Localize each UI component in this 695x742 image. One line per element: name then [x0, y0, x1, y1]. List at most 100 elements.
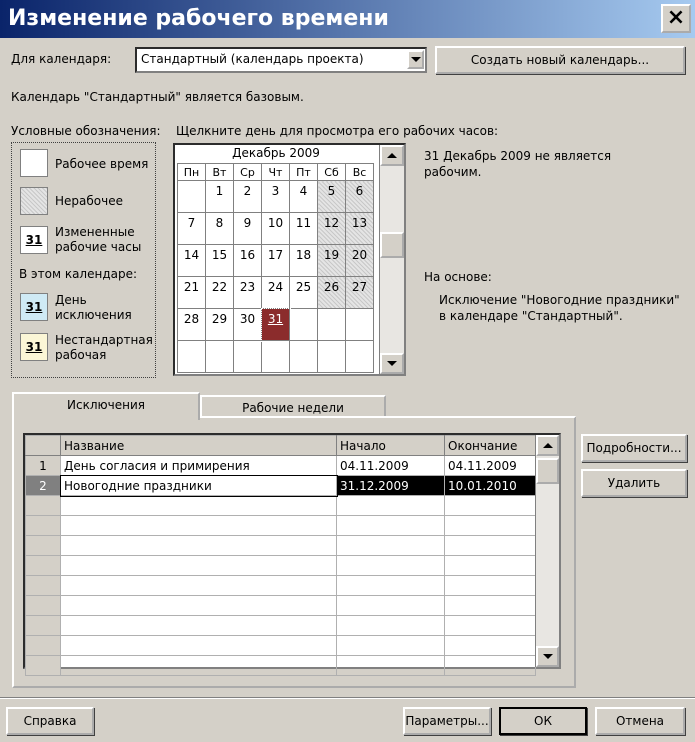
empty-cell[interactable]: [60, 615, 337, 636]
calendar-day[interactable]: [345, 308, 374, 341]
empty-cell[interactable]: [444, 555, 536, 576]
calendar-day[interactable]: 7: [177, 212, 206, 245]
calendar-day[interactable]: 22: [205, 276, 234, 309]
cell-name[interactable]: Новогодние праздники: [59, 474, 338, 497]
scroll-up-button[interactable]: [380, 145, 404, 166]
empty-cell[interactable]: [60, 555, 337, 576]
empty-cell[interactable]: [444, 635, 536, 656]
help-button[interactable]: Справка: [6, 707, 94, 735]
calendar-day[interactable]: [345, 340, 374, 373]
table-row[interactable]: 1 День согласия и примирения 04.11.2009 04.…: [25, 455, 536, 476]
empty-cell[interactable]: [336, 515, 445, 536]
empty-cell[interactable]: [60, 655, 337, 676]
cell-start[interactable]: 31.12.2009: [336, 475, 445, 496]
calendar-day[interactable]: 24: [261, 276, 290, 309]
calendar-day[interactable]: 26: [317, 276, 346, 309]
calendar-day[interactable]: 4: [289, 180, 318, 213]
calendar-day[interactable]: [233, 340, 262, 373]
empty-row[interactable]: [25, 655, 536, 676]
empty-cell[interactable]: [60, 575, 337, 596]
ok-button[interactable]: ОК: [499, 707, 587, 735]
calendar-day[interactable]: 5: [317, 180, 346, 213]
empty-cell[interactable]: [25, 495, 61, 516]
scroll-down-button[interactable]: [380, 353, 404, 374]
empty-cell[interactable]: [336, 495, 445, 516]
empty-cell[interactable]: [444, 575, 536, 596]
calendar-day[interactable]: 6: [345, 180, 374, 213]
empty-row[interactable]: [25, 635, 536, 656]
empty-cell[interactable]: [25, 595, 61, 616]
calendar-day[interactable]: 20: [345, 244, 374, 277]
delete-button[interactable]: Удалить: [581, 469, 687, 497]
calendar-day[interactable]: [317, 308, 346, 341]
details-button[interactable]: Подробности...: [581, 434, 687, 462]
calendar-day[interactable]: [261, 340, 290, 373]
close-button[interactable]: ×: [661, 4, 691, 33]
exceptions-grid[interactable]: Название Начало Окончание 1 День согласия…: [23, 433, 561, 676]
scroll-thumb[interactable]: [380, 232, 404, 258]
empty-cell[interactable]: [25, 575, 61, 596]
create-calendar-button[interactable]: Создать новый календарь...: [435, 46, 685, 74]
calendar-day[interactable]: 18: [289, 244, 318, 277]
empty-cell[interactable]: [60, 515, 337, 536]
empty-cell[interactable]: [25, 615, 61, 636]
empty-cell[interactable]: [60, 535, 337, 556]
calendar-day[interactable]: [177, 340, 206, 373]
empty-cell[interactable]: [25, 555, 61, 576]
empty-row[interactable]: [25, 595, 536, 616]
empty-cell[interactable]: [25, 535, 61, 556]
grid-scrollbar[interactable]: [535, 435, 559, 667]
calendar-day[interactable]: 25: [289, 276, 318, 309]
empty-cell[interactable]: [336, 575, 445, 596]
empty-cell[interactable]: [444, 615, 536, 636]
cell-end[interactable]: 04.11.2009: [444, 455, 536, 476]
header-start[interactable]: Начало: [336, 435, 445, 456]
empty-cell[interactable]: [60, 595, 337, 616]
empty-cell[interactable]: [25, 635, 61, 656]
calendar-day[interactable]: 2: [233, 180, 262, 213]
calendar-day[interactable]: [177, 180, 206, 213]
empty-cell[interactable]: [336, 635, 445, 656]
empty-cell[interactable]: [336, 655, 445, 676]
calendar-day[interactable]: 23: [233, 276, 262, 309]
empty-row[interactable]: [25, 495, 536, 516]
calendar-day[interactable]: 11: [289, 212, 318, 245]
calendar-day[interactable]: 10: [261, 212, 290, 245]
empty-cell[interactable]: [444, 495, 536, 516]
table-row[interactable]: 2 Новогодние праздники 31.12.2009 10.01.201…: [25, 474, 536, 497]
grid-scroll-up-button[interactable]: [536, 435, 559, 456]
calendar-day[interactable]: 17: [261, 244, 290, 277]
calendar-scrollbar[interactable]: [379, 145, 404, 374]
calendar-day-selected[interactable]: 31: [260, 307, 291, 342]
cell-start[interactable]: 04.11.2009: [336, 455, 445, 476]
cell-end[interactable]: 10.01.2010: [444, 475, 536, 496]
empty-cell[interactable]: [444, 655, 536, 676]
dropdown-button[interactable]: [407, 50, 424, 69]
calendar-day[interactable]: 8: [205, 212, 234, 245]
empty-cell[interactable]: [60, 635, 337, 656]
cancel-button[interactable]: Отмена: [595, 707, 685, 735]
calendar-day[interactable]: 27: [345, 276, 374, 309]
empty-cell[interactable]: [25, 515, 61, 536]
calendar-day[interactable]: 15: [205, 244, 234, 277]
header-name[interactable]: Название: [60, 435, 337, 456]
parameters-button[interactable]: Параметры...: [403, 707, 491, 735]
calendar-day[interactable]: 13: [345, 212, 374, 245]
calendar-day[interactable]: [205, 340, 234, 373]
empty-cell[interactable]: [336, 555, 445, 576]
calendar-day[interactable]: 21: [177, 276, 206, 309]
empty-cell[interactable]: [60, 495, 337, 516]
empty-cell[interactable]: [336, 595, 445, 616]
header-end[interactable]: Окончание: [444, 435, 536, 456]
calendar-day[interactable]: 29: [205, 308, 234, 341]
grid-scroll-down-button[interactable]: [536, 646, 559, 667]
empty-row[interactable]: [25, 575, 536, 596]
calendar-day[interactable]: [289, 308, 318, 341]
calendar-day[interactable]: 3: [261, 180, 290, 213]
empty-cell[interactable]: [336, 535, 445, 556]
calendar-day[interactable]: [289, 340, 318, 373]
calendar-day[interactable]: 19: [317, 244, 346, 277]
empty-row[interactable]: [25, 555, 536, 576]
empty-cell[interactable]: [444, 515, 536, 536]
empty-row[interactable]: [25, 615, 536, 636]
